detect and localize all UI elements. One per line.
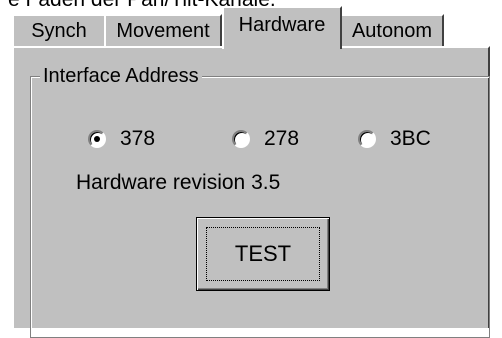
tab-hardware[interactable]: Hardware [222, 6, 342, 49]
radio-selected-dot-icon [94, 136, 100, 142]
radio-button-icon [232, 130, 250, 148]
radio-label: 3BC [390, 127, 431, 150]
test-button[interactable]: TEST [196, 217, 330, 291]
radio-278[interactable]: 278 [232, 124, 299, 154]
radio-3bc[interactable]: 3BC [358, 124, 431, 154]
radio-button-icon [358, 130, 376, 148]
radio-label: 278 [264, 127, 300, 150]
test-button-label: TEST [206, 227, 320, 281]
interface-address-group [30, 76, 490, 338]
hardware-revision-text: Hardware revision 3.5 [76, 171, 281, 194]
radio-378[interactable]: 378 [88, 124, 155, 154]
radio-label: 378 [120, 127, 156, 150]
group-legend: Interface Address [40, 63, 202, 89]
tab-movement[interactable]: Movement [104, 14, 222, 47]
radio-button-icon [88, 130, 106, 148]
tab-autonom[interactable]: Autonom [340, 14, 444, 47]
tab-synch[interactable]: Synch [12, 14, 106, 47]
